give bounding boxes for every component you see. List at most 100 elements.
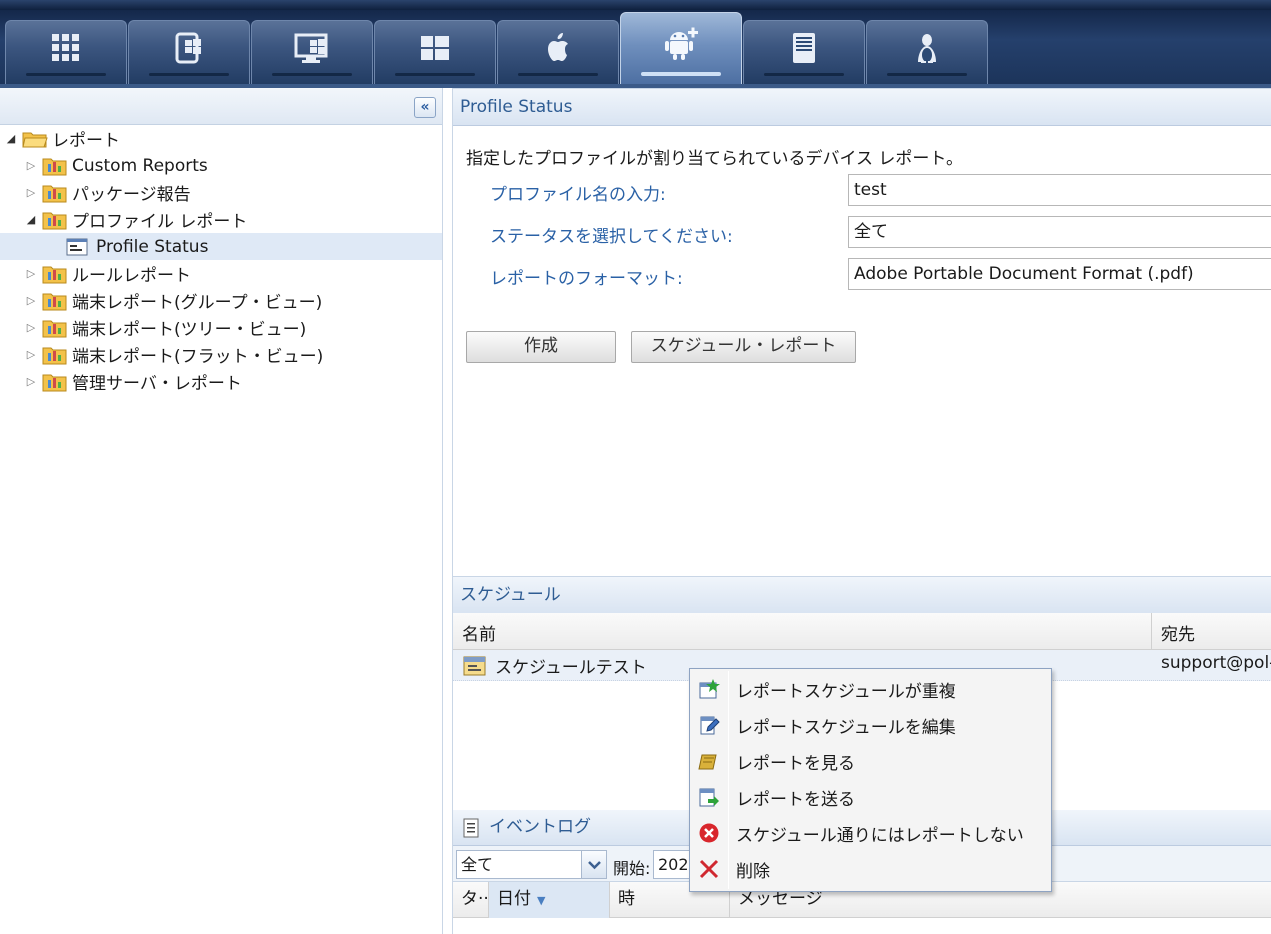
stop-schedule-icon [699,823,719,843]
schedule-name-cell: スケジュールテスト [495,658,647,678]
tree-node-label: ルールレポート [72,266,191,286]
collapsed-arrow-icon[interactable]: ▷ [24,267,38,281]
tree-node-label: Custom Reports [72,155,208,176]
tree-node-package-reports[interactable]: ▷ パッケージ報告 [24,179,191,206]
tree-node-custom-reports[interactable]: ▷ Custom Reports [24,152,208,179]
linux-icon [918,33,936,63]
column-destination[interactable]: 宛先 [1161,620,1195,645]
tree-node-device-group-view[interactable]: ▷ 端末レポート(グループ・ビュー) [24,287,322,314]
expanded-arrow-icon[interactable]: ◢ [4,132,18,146]
profile-name-label: プロファイル名の入力: [490,185,666,205]
tab-server[interactable] [743,20,865,84]
event-log-title: イベントログ [489,817,591,837]
tree-node-device-tree-view[interactable]: ▷ 端末レポート(ツリー・ビュー) [24,314,306,341]
expanded-arrow-icon[interactable]: ◢ [24,213,38,227]
menu-item-send-report[interactable]: レポートを送る [692,780,1049,814]
menu-item-label: 削除 [736,861,770,882]
report-description: 指定したプロファイルが割り当てられているデバイス レポート。 [466,149,964,169]
column-date-label: 日付 [497,889,531,909]
collapsed-arrow-icon[interactable]: ▷ [24,186,38,200]
schedule-destination-cell: support@pol-j [1161,653,1271,673]
tree-node-label: パッケージ報告 [72,185,191,205]
tree-node-rule-reports[interactable]: ▷ ルールレポート [24,260,191,287]
windows-mobile-icon [175,32,201,63]
menu-item-label: レポートスケジュールが重複 [736,681,956,702]
os-toolbar [0,0,1271,88]
report-folder-icon [42,212,67,229]
schedule-icon [463,656,486,676]
grid-icon [52,33,79,61]
report-folder-icon [42,266,67,283]
tree-node-label: 端末レポート(グループ・ビュー) [72,293,323,313]
tab-windows-desktop[interactable] [251,20,373,84]
report-folder-icon [42,347,67,364]
tree-node-label: レポート [52,131,120,151]
report-format-select[interactable]: Adobe Portable Document Format (.pdf) [848,258,1271,290]
server-icon [793,32,815,63]
report-icon [66,238,88,255]
menu-item-delete[interactable]: 削除 [692,852,1049,886]
open-folder-icon [22,132,48,147]
tab-windows-mobile[interactable] [128,20,250,84]
tab-all[interactable] [5,20,127,84]
tree-node-reports[interactable]: ◢ レポート [4,125,120,152]
tree-node-label: 端末レポート(フラット・ビュー) [72,347,324,367]
event-log-icon [463,818,479,838]
tab-android[interactable] [620,12,742,84]
windows-icon [421,35,449,60]
start-date-input[interactable]: 202 [653,850,693,879]
collapsed-arrow-icon[interactable]: ▷ [24,348,38,362]
column-name[interactable]: 名前 [462,620,496,645]
schedule-grid-header: 名前 宛先 [453,613,1271,650]
send-report-icon [699,788,719,807]
collapsed-arrow-icon[interactable]: ▷ [24,159,38,173]
tree-node-device-flat-view[interactable]: ▷ 端末レポート(フラット・ビュー) [24,341,323,368]
report-folder-icon [42,320,67,337]
collapse-panel-button[interactable]: « [414,97,436,118]
schedule-context-menu: レポートスケジュールが重複 レポートスケジュールを編集 レポートを見る レポート… [689,668,1052,892]
chevron-down-icon[interactable] [581,851,606,878]
tab-linux[interactable] [866,20,988,84]
sort-desc-icon: ▼ [537,894,546,907]
menu-item-edit-schedule[interactable]: レポートスケジュールを編集 [692,708,1049,742]
report-format-label: レポートのフォーマット: [490,269,683,289]
schedule-section-title: スケジュール [453,576,1271,614]
create-button[interactable]: 作成 [466,331,616,363]
menu-item-label: スケジュール通りにはレポートしない [736,825,1024,846]
status-select-label: ステータスを選択してください: [490,227,733,247]
menu-item-view-report[interactable]: レポートを見る [692,744,1049,778]
status-select[interactable]: 全て [848,216,1271,248]
tab-windows[interactable] [374,20,496,84]
menu-item-stop-schedule[interactable]: スケジュール通りにはレポートしない [692,816,1049,850]
delete-icon [699,859,719,879]
report-folder-icon [42,374,67,391]
tab-apple[interactable] [497,20,619,84]
tree-panel-header: « [0,88,442,125]
start-label: 開始: [613,859,651,878]
collapsed-arrow-icon[interactable]: ▷ [24,321,38,335]
duplicate-schedule-icon [699,679,720,699]
tree-node-admin-server-reports[interactable]: ▷ 管理サーバ・レポート [24,368,242,395]
collapsed-arrow-icon[interactable]: ▷ [24,294,38,308]
menu-item-duplicate-schedule[interactable]: レポートスケジュールが重複 [692,672,1049,706]
menu-item-label: レポートを見る [736,753,855,774]
page-title: Profile Status [453,88,1271,126]
column-type[interactable]: タ·· [453,882,489,918]
apple-icon [548,32,568,61]
tree-node-profile-status[interactable]: Profile Status [0,233,442,260]
tree-node-label: 管理サーバ・レポート [72,374,242,394]
report-folder-icon [42,185,67,202]
tree-node-profile-reports[interactable]: ◢ プロファイル レポート [24,206,247,233]
schedule-report-button[interactable]: スケジュール・レポート [631,331,856,363]
report-tree-panel: « ◢ レポート ▷ Custom Reports ▷ パッケージ報告 ◢ プロ… [0,88,443,934]
event-filter-select[interactable]: 全て [456,850,607,879]
column-date[interactable]: 日付 ▼ [489,882,610,918]
menu-item-label: レポートを送る [736,789,855,810]
tree-node-label: Profile Status [96,236,209,257]
tree-node-label: プロファイル レポート [72,212,248,232]
windows-desktop-icon [294,33,328,63]
profile-name-input[interactable]: test [848,174,1271,206]
collapsed-arrow-icon[interactable]: ▷ [24,375,38,389]
edit-schedule-icon [700,716,720,735]
tree-node-label: 端末レポート(ツリー・ビュー) [72,320,307,340]
